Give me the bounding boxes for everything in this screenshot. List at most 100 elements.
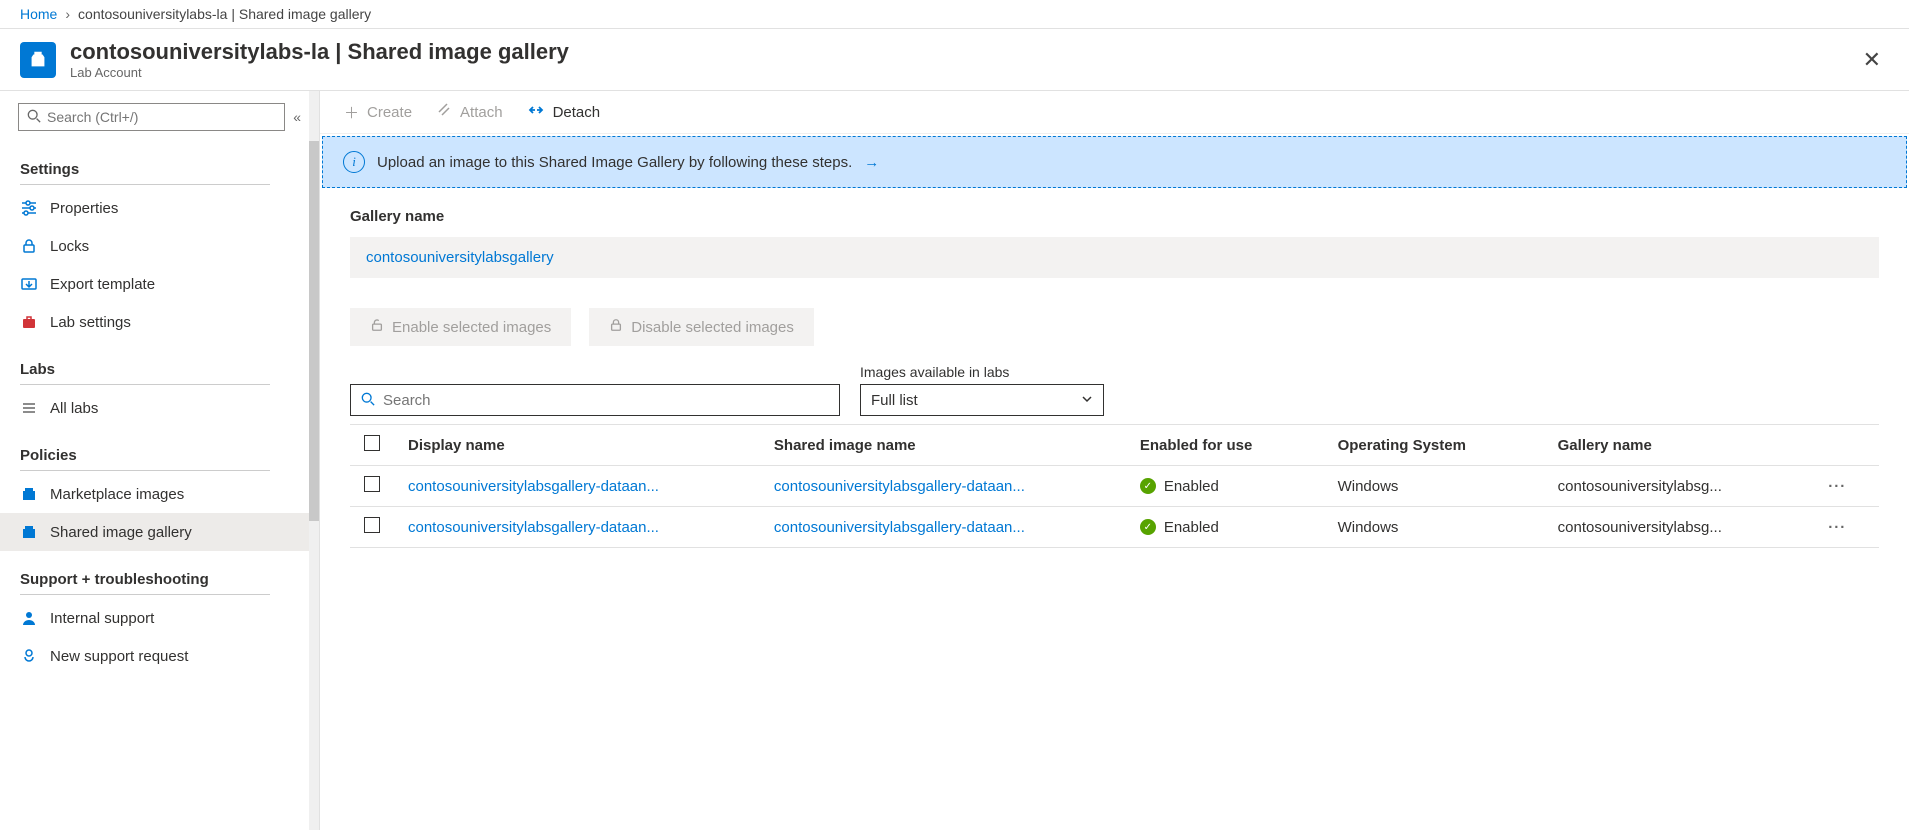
info-banner: i Upload an image to this Shared Image G… [322, 136, 1907, 188]
sidebar-item-label: Properties [50, 200, 118, 217]
sidebar-item-locks[interactable]: Locks [0, 227, 319, 265]
cell-display-name[interactable]: contosouniversitylabsgallery-dataan... [394, 466, 760, 507]
divider [20, 184, 270, 185]
page-header: contosouniversitylabs-la | Shared image … [0, 29, 1909, 91]
breadcrumb-current: contosouniversitylabs-la | Shared image … [78, 6, 371, 22]
search-icon [27, 109, 41, 126]
collapse-sidebar-button[interactable]: « [293, 109, 301, 125]
sidebar-search-input[interactable] [47, 109, 276, 125]
dropdown-label: Images available in labs [860, 364, 1104, 380]
row-more-button[interactable]: ··· [1828, 478, 1846, 495]
sidebar-item-lab-settings[interactable]: Lab settings [0, 303, 319, 341]
row-more-button[interactable]: ··· [1828, 519, 1846, 536]
info-icon: i [343, 151, 365, 173]
sidebar-search[interactable] [18, 103, 285, 131]
check-icon: ✓ [1140, 519, 1156, 535]
close-button[interactable]: ✕ [1855, 43, 1889, 77]
chevron-right-icon: › [65, 6, 70, 22]
export-icon [20, 275, 38, 293]
chevron-down-icon [1081, 392, 1093, 409]
breadcrumb-home[interactable]: Home [20, 6, 57, 22]
properties-icon [20, 199, 38, 217]
dropdown-value: Full list [871, 392, 918, 409]
row-checkbox[interactable] [364, 476, 380, 492]
table-row[interactable]: contosouniversitylabsgallery-dataan... c… [350, 507, 1879, 548]
attach-button[interactable]: Attach [436, 102, 503, 122]
tool-label: Detach [553, 104, 601, 121]
lock-icon [609, 318, 623, 336]
person-icon [20, 609, 38, 627]
divider [20, 470, 270, 471]
sidebar-item-marketplace-images[interactable]: Marketplace images [0, 475, 319, 513]
section-support: Support + troubleshooting [0, 559, 319, 592]
enable-selected-button[interactable]: Enable selected images [350, 308, 571, 346]
sidebar-item-label: Export template [50, 276, 155, 293]
images-table: Display name Shared image name Enabled f… [350, 424, 1879, 548]
section-settings: Settings [0, 149, 319, 182]
sidebar-item-shared-image-gallery[interactable]: Shared image gallery [0, 513, 319, 551]
col-shared-name[interactable]: Shared image name [760, 425, 1126, 466]
sidebar-item-label: Lab settings [50, 314, 131, 331]
briefcase-icon [20, 313, 38, 331]
lab-account-icon [20, 42, 56, 78]
arrow-right-icon[interactable]: → [864, 154, 879, 171]
scrollbar-thumb[interactable] [309, 141, 319, 521]
section-labs: Labs [0, 349, 319, 382]
breadcrumb: Home › contosouniversitylabs-la | Shared… [0, 0, 1909, 29]
check-icon: ✓ [1140, 478, 1156, 494]
row-checkbox[interactable] [364, 517, 380, 533]
col-display-name[interactable]: Display name [394, 425, 760, 466]
sidebar-item-label: Internal support [50, 610, 154, 627]
attach-icon [436, 102, 452, 122]
col-enabled[interactable]: Enabled for use [1126, 425, 1324, 466]
gallery-icon [20, 523, 38, 541]
select-all-checkbox[interactable] [364, 435, 380, 451]
image-search[interactable] [350, 384, 840, 416]
tool-label: Attach [460, 104, 503, 121]
cell-enabled: Enabled [1164, 478, 1219, 495]
detach-icon [527, 101, 545, 123]
detach-button[interactable]: Detach [527, 101, 601, 123]
section-policies: Policies [0, 435, 319, 468]
cell-os: Windows [1324, 507, 1544, 548]
lock-icon [20, 237, 38, 255]
cell-os: Windows [1324, 466, 1544, 507]
cell-enabled: Enabled [1164, 519, 1219, 536]
support-icon [20, 647, 38, 665]
cell-display-name[interactable]: contosouniversitylabsgallery-dataan... [394, 507, 760, 548]
sidebar-item-all-labs[interactable]: All labs [0, 389, 319, 427]
col-gallery[interactable]: Gallery name [1544, 425, 1815, 466]
page-subtitle: Lab Account [70, 65, 569, 80]
sidebar-item-properties[interactable]: Properties [0, 189, 319, 227]
main-content: ＋ Create Attach Detach i Upload an image… [320, 91, 1909, 830]
gallery-name-label: Gallery name [350, 208, 1879, 225]
sidebar-item-label: Shared image gallery [50, 524, 192, 541]
tool-label: Create [367, 104, 412, 121]
sidebar-item-label: Marketplace images [50, 486, 184, 503]
cell-shared-name[interactable]: contosouniversitylabsgallery-dataan... [760, 507, 1126, 548]
cell-gallery: contosouniversitylabsg... [1544, 466, 1815, 507]
table-row[interactable]: contosouniversitylabsgallery-dataan... c… [350, 466, 1879, 507]
sidebar-item-label: All labs [50, 400, 98, 417]
button-label: Enable selected images [392, 319, 551, 336]
sidebar-item-internal-support[interactable]: Internal support [0, 599, 319, 637]
sidebar-item-label: New support request [50, 648, 188, 665]
cell-shared-name[interactable]: contosouniversitylabsgallery-dataan... [760, 466, 1126, 507]
images-filter-dropdown[interactable]: Full list [860, 384, 1104, 416]
gallery-name-link[interactable]: contosouniversitylabsgallery [366, 249, 554, 266]
divider [20, 594, 270, 595]
page-title: contosouniversitylabs-la | Shared image … [70, 39, 569, 65]
cell-gallery: contosouniversitylabsg... [1544, 507, 1815, 548]
button-label: Disable selected images [631, 319, 794, 336]
unlock-icon [370, 318, 384, 336]
sidebar-item-export-template[interactable]: Export template [0, 265, 319, 303]
divider [20, 384, 270, 385]
col-os[interactable]: Operating System [1324, 425, 1544, 466]
sidebar-item-label: Locks [50, 238, 89, 255]
sidebar-item-new-support-request[interactable]: New support request [0, 637, 319, 675]
image-search-input[interactable] [383, 392, 829, 409]
plus-icon: ＋ [344, 102, 359, 123]
banner-text: Upload an image to this Shared Image Gal… [377, 154, 852, 171]
disable-selected-button[interactable]: Disable selected images [589, 308, 814, 346]
create-button[interactable]: ＋ Create [344, 102, 412, 123]
